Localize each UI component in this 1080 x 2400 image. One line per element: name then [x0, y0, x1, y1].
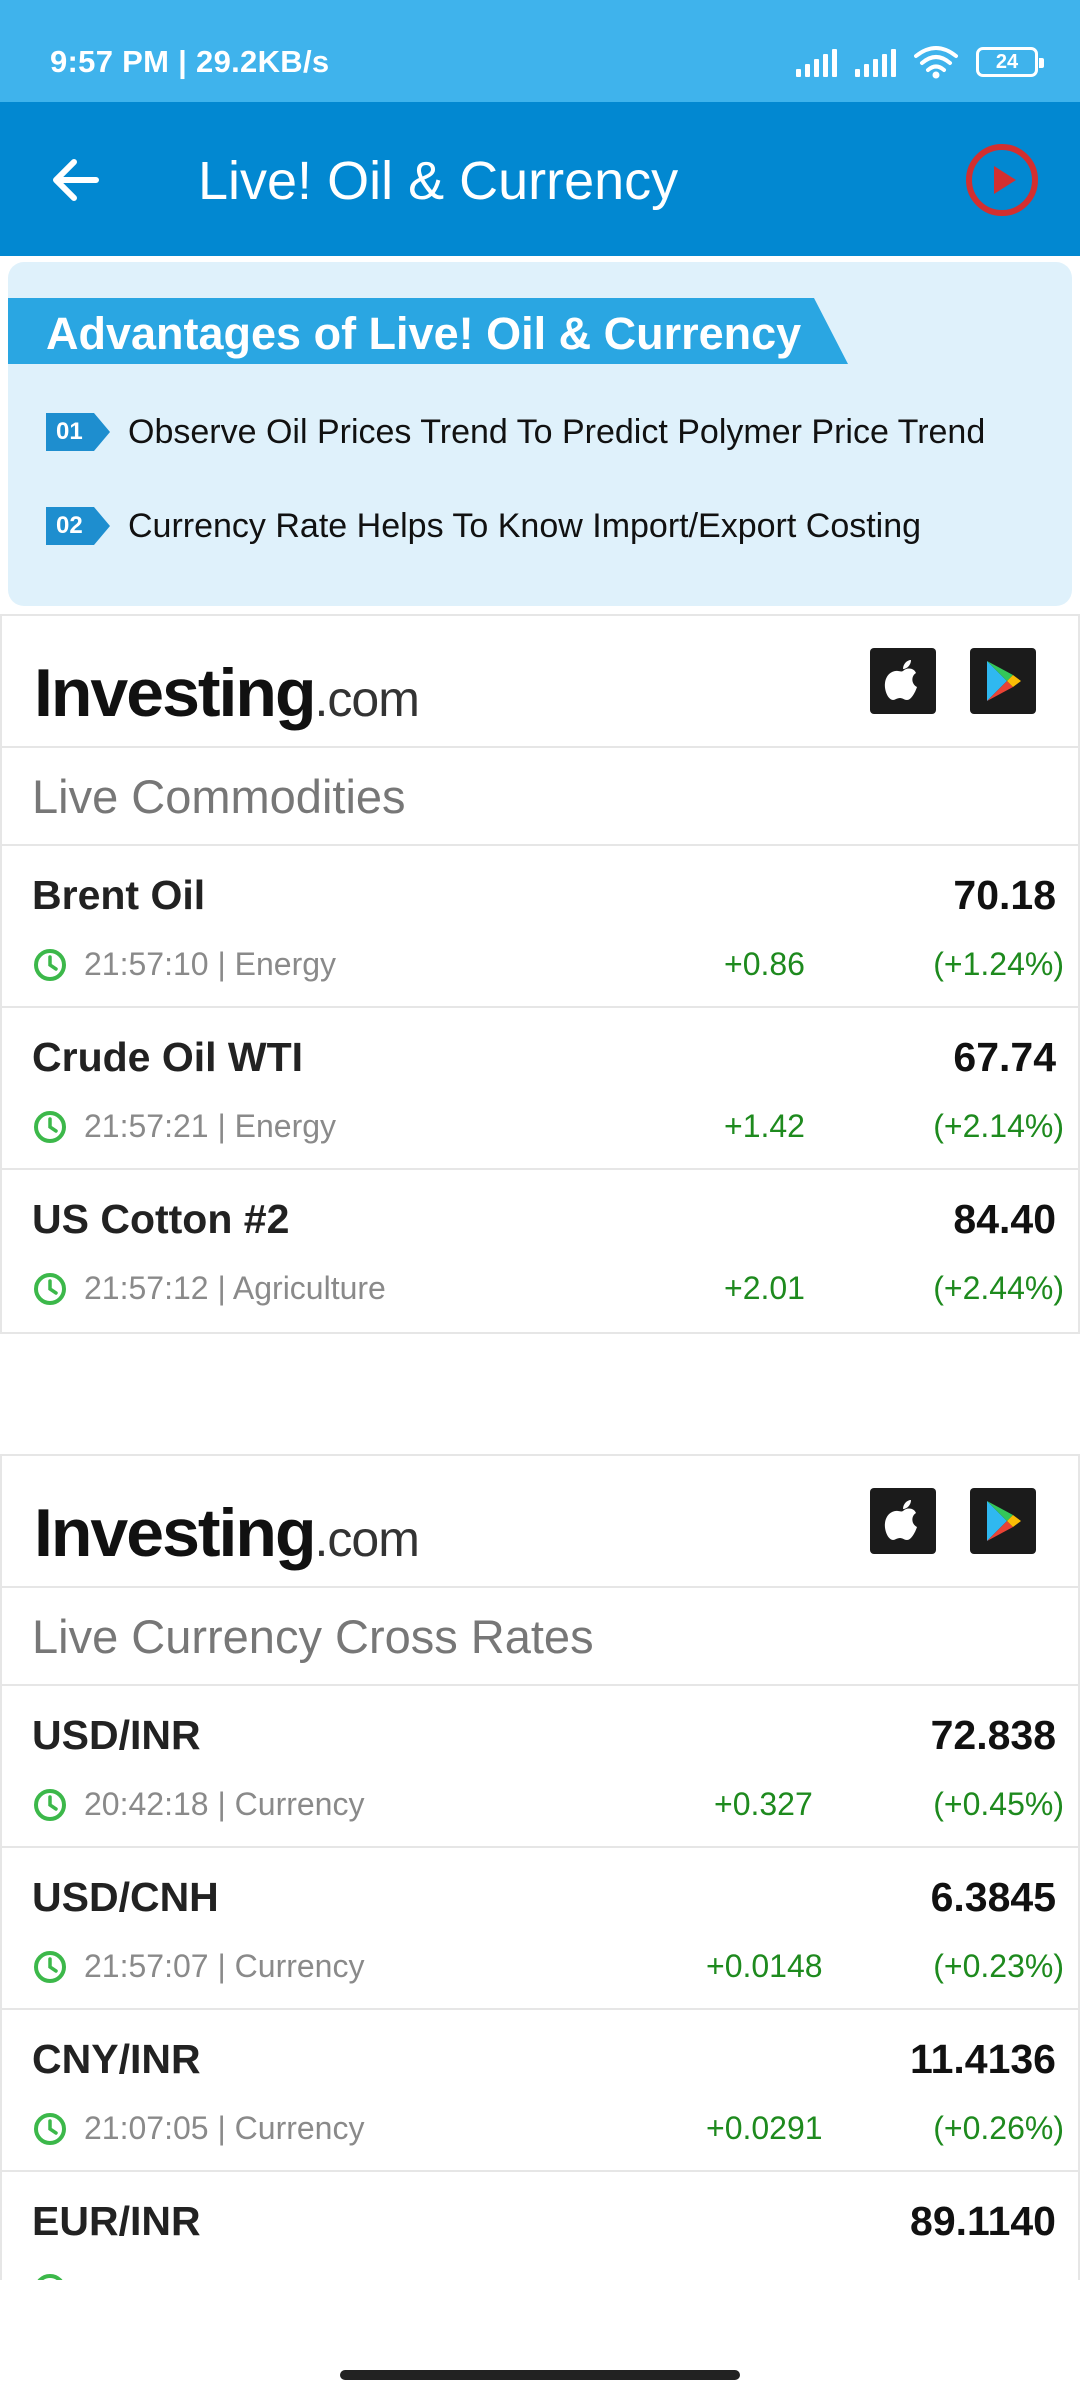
update-time-category: 21:57:07 | Currency: [84, 1948, 365, 1984]
app-bar: Live! Oil & Currency: [0, 102, 1080, 256]
currency-widget: Investing.com Live Currency Cross Rates …: [0, 1454, 1080, 2280]
percent-change: (+2.14%): [933, 1108, 1064, 1144]
play-store-button[interactable]: [970, 648, 1036, 714]
clock-icon: [34, 1110, 66, 1143]
price-change: +0.86: [724, 946, 805, 982]
widget-header: Investing.com: [2, 616, 1078, 748]
instrument-name: Brent Oil: [32, 872, 206, 918]
advantages-title-bar: Advantages of Live! Oil & Currency: [8, 298, 848, 364]
logo-suffix: .com: [314, 1511, 420, 1567]
last-price: 89.1140: [910, 2198, 1056, 2244]
status-bar: 9:57 PM | 29.2KB/s 24: [0, 0, 1080, 102]
advantage-item: 01 Observe Oil Prices Trend To Predict P…: [46, 408, 985, 456]
last-price: 84.40: [953, 1196, 1056, 1242]
last-price: 72.838: [930, 1712, 1056, 1758]
app-store-button[interactable]: [870, 648, 936, 714]
home-indicator[interactable]: [340, 2370, 740, 2380]
update-time-category: 21:57:21 | Energy: [84, 1108, 337, 1144]
wifi-icon: [914, 46, 958, 79]
quote-meta: 21:57:21 | Energy: [32, 1108, 336, 1145]
logo-suffix: .com: [314, 671, 420, 727]
price-change: +0.0148: [706, 1948, 823, 1984]
advantage-number: 01: [56, 418, 83, 445]
quote-row[interactable]: USD/CNH 6.3845 21:57:07 | Currency +0.01…: [2, 1848, 1078, 2010]
instrument-name: US Cotton #2: [32, 1196, 290, 1242]
section-title: Live Commodities: [2, 748, 1078, 846]
status-icons: 24: [796, 44, 1044, 80]
percent-change: (+0.45%): [933, 1786, 1064, 1822]
update-time-category: 21:57:10 | Energy: [84, 946, 337, 982]
quote-row[interactable]: Crude Oil WTI 67.74 21:57:21 | Energy +1…: [2, 1008, 1078, 1170]
google-play-icon: [987, 1501, 1021, 1541]
quote-row[interactable]: CNY/INR 11.4136 21:07:05 | Currency +0.0…: [2, 2010, 1078, 2172]
google-play-icon: [987, 661, 1021, 701]
update-time-category: 20:42:18 | Currency: [84, 1786, 365, 1822]
quote-row[interactable]: USD/INR 72.838 20:42:18 | Currency +0.32…: [2, 1686, 1078, 1848]
clock-icon: [34, 1788, 66, 1821]
price-change: +1.42: [724, 1108, 805, 1144]
update-time-category: 21:07:05 | Currency: [84, 2110, 365, 2146]
quote-meta: 21:57:07 | Currency: [32, 1948, 364, 1985]
battery-icon: 24: [976, 47, 1044, 77]
instrument-name: USD/INR: [32, 1712, 201, 1758]
quote-row[interactable]: Brent Oil 70.18 21:57:10 | Energy +0.86 …: [2, 846, 1078, 1008]
quote-meta: 20:42:18 | Currency: [32, 1786, 364, 1823]
arrow-left-icon[interactable]: [40, 144, 112, 216]
advantage-text: Currency Rate Helps To Know Import/Expor…: [128, 506, 922, 545]
price-change: +2.01: [724, 1270, 805, 1306]
quote-row[interactable]: EUR/INR 89.1140: [2, 2172, 1078, 2280]
percent-change: (+0.23%): [933, 1948, 1064, 1984]
section-title: Live Currency Cross Rates: [2, 1588, 1078, 1686]
investing-logo[interactable]: Investing.com: [34, 654, 420, 732]
investing-logo[interactable]: Investing.com: [34, 1494, 420, 1572]
status-time-speed: 9:57 PM | 29.2KB/s: [50, 44, 330, 79]
play-circle-icon[interactable]: [964, 142, 1040, 218]
price-change: +0.0291: [706, 2110, 823, 2146]
advantage-text: Observe Oil Prices Trend To Predict Poly…: [128, 412, 986, 451]
instrument-name: CNY/INR: [32, 2036, 201, 2082]
commodities-widget: Investing.com Live Commodities Brent Oil…: [0, 614, 1080, 1334]
last-price: 70.18: [953, 872, 1056, 918]
percent-change: (+2.44%): [933, 1270, 1064, 1306]
clock-icon: [34, 2112, 66, 2145]
advantage-number-badge: 02: [46, 507, 110, 545]
quote-meta: 21:57:10 | Energy: [32, 946, 336, 983]
apple-icon: [884, 1500, 917, 1540]
logo-main: Investing: [34, 655, 316, 731]
battery-level: 24: [995, 50, 1019, 73]
last-price: 11.4136: [910, 2036, 1056, 2082]
instrument-name: USD/CNH: [32, 1874, 219, 1920]
play-store-button[interactable]: [970, 1488, 1036, 1554]
quote-meta: 21:57:12 | Agriculture: [32, 1270, 386, 1307]
quote-meta: 21:07:05 | Currency: [32, 2110, 364, 2147]
signal-icon: [855, 47, 896, 77]
page-title: Live! Oil & Currency: [198, 151, 679, 211]
last-price: 67.74: [953, 1034, 1056, 1080]
advantage-number: 02: [56, 512, 83, 539]
instrument-name: EUR/INR: [32, 2198, 201, 2244]
price-change: +0.327: [714, 1786, 813, 1822]
logo-main: Investing: [34, 1495, 316, 1571]
app-store-button[interactable]: [870, 1488, 936, 1554]
apple-icon: [884, 660, 917, 700]
clock-icon: [34, 948, 66, 981]
percent-change: (+1.24%): [933, 946, 1064, 982]
signal-icon: [796, 47, 837, 77]
advantages-title: Advantages of Live! Oil & Currency: [46, 308, 802, 359]
widget-header: Investing.com: [2, 1456, 1078, 1588]
instrument-name: Crude Oil WTI: [32, 1034, 304, 1080]
update-time-category: 21:57:12 | Agriculture: [84, 1270, 386, 1306]
quote-row[interactable]: US Cotton #2 84.40 21:57:12 | Agricultur…: [2, 1170, 1078, 1332]
last-price: 6.3845: [930, 1874, 1056, 1920]
advantage-number-badge: 01: [46, 413, 110, 451]
clock-icon: [34, 1950, 66, 1983]
advantages-panel: Advantages of Live! Oil & Currency 01 Ob…: [8, 262, 1072, 606]
percent-change: (+0.26%): [933, 2110, 1064, 2146]
advantage-item: 02 Currency Rate Helps To Know Import/Ex…: [46, 502, 921, 550]
clock-icon: [37, 2274, 63, 2280]
quote-meta: [32, 2272, 84, 2280]
clock-icon: [34, 1272, 66, 1305]
